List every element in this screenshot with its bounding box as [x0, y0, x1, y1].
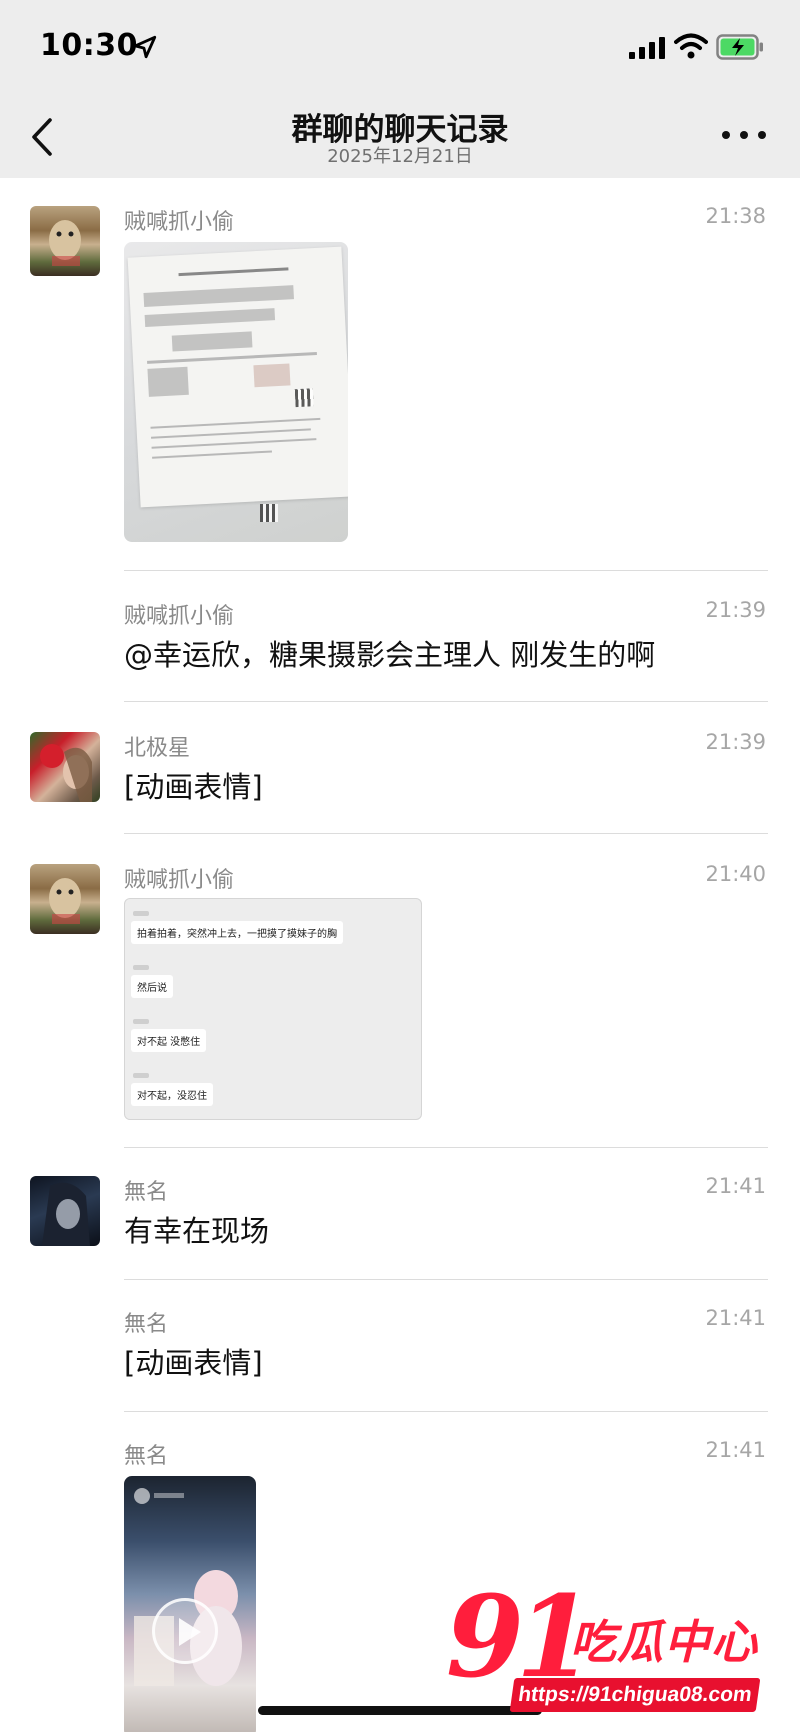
- chat-message: 贼喊抓小偷 21:38: [0, 178, 800, 578]
- chat-screenshot-image[interactable]: 拍着拍着，突然冲上去，一把摸了摸妹子的胸 然后说 对不起 没憋住 对不起，没忍住: [124, 898, 422, 1120]
- location-arrow-icon: [133, 35, 157, 59]
- message-text[interactable]: 有幸在现场: [124, 1208, 269, 1250]
- sender-name: 無名: [124, 1180, 169, 1205]
- watermark-logo: 91 吃瓜中心 https://91chigua08.com: [446, 1582, 776, 1732]
- sender-name: 無名: [124, 1444, 169, 1469]
- message-text[interactable]: @幸运欣，糖果摄影会主理人 刚发生的啊: [124, 632, 655, 674]
- status-time: 10:30: [40, 28, 138, 63]
- screenshot-bubble: 对不起，没忍住: [131, 1083, 213, 1106]
- message-time: 21:41: [705, 1306, 766, 1330]
- battery-charging-icon: [716, 34, 763, 60]
- sender-name: 無名: [124, 1312, 169, 1337]
- back-button[interactable]: [24, 112, 64, 162]
- page-subtitle-date: 2025年12月21日: [327, 146, 473, 167]
- message-time: 21:38: [705, 204, 766, 228]
- chat-message: 贼喊抓小偷 21:39 @幸运欣，糖果摄影会主理人 刚发生的啊: [0, 578, 800, 710]
- video-thumbnail[interactable]: [124, 1476, 256, 1732]
- message-time: 21:41: [705, 1174, 766, 1198]
- message-divider: [124, 570, 768, 571]
- sender-name: 贼喊抓小偷: [124, 868, 235, 893]
- message-divider: [124, 833, 768, 834]
- hamster-avatar-icon: [49, 220, 81, 266]
- message-divider: [124, 701, 768, 702]
- chat-message: 無名 21:41 有幸在现场: [0, 1148, 800, 1280]
- sender-name: 贼喊抓小偷: [124, 210, 235, 235]
- chat-message: 贼喊抓小偷 21:40 拍着拍着，突然冲上去，一把摸了摸妹子的胸 然后说 对不起…: [0, 842, 800, 1148]
- hamster-avatar-icon: [49, 878, 81, 924]
- signal-icon: [629, 37, 665, 59]
- wifi-icon: [674, 33, 708, 59]
- screenshot-bubble: 拍着拍着，突然冲上去，一把摸了摸妹子的胸: [131, 921, 343, 944]
- document-photo[interactable]: [124, 242, 348, 542]
- chat-message: 無名 21:41 [动画表情]: [0, 1280, 800, 1412]
- ellipsis-icon: [722, 131, 730, 139]
- message-time: 21:39: [705, 598, 766, 622]
- avatar[interactable]: [30, 1176, 100, 1246]
- message-time: 21:40: [705, 862, 766, 886]
- sender-name: 北极星: [124, 736, 191, 761]
- message-time: 21:39: [705, 730, 766, 754]
- avatar[interactable]: [30, 206, 100, 276]
- play-icon: [179, 1618, 201, 1646]
- more-options-button[interactable]: [722, 120, 766, 150]
- watermark-url: https://91chigua08.com: [509, 1678, 761, 1712]
- message-text[interactable]: [动画表情]: [124, 1340, 263, 1382]
- sender-name: 贼喊抓小偷: [124, 604, 235, 629]
- anime-character-avatar-icon: [42, 1182, 90, 1246]
- message-text[interactable]: [动画表情]: [124, 764, 263, 806]
- screenshot-bubble: 对不起 没憋住: [131, 1029, 207, 1052]
- watermark-name: 吃瓜中心: [570, 1615, 758, 1669]
- chat-message: 北极星 21:39 [动画表情]: [0, 710, 800, 842]
- message-time: 21:41: [705, 1438, 766, 1462]
- avatar[interactable]: [30, 864, 100, 934]
- flower-portrait-avatar-icon: [40, 744, 92, 802]
- top-bar: 10:30 群聊的聊天记录 2025年12月21日: [0, 0, 800, 178]
- screenshot-bubble: 然后说: [131, 975, 173, 998]
- play-button[interactable]: [152, 1598, 218, 1664]
- avatar[interactable]: [30, 732, 100, 802]
